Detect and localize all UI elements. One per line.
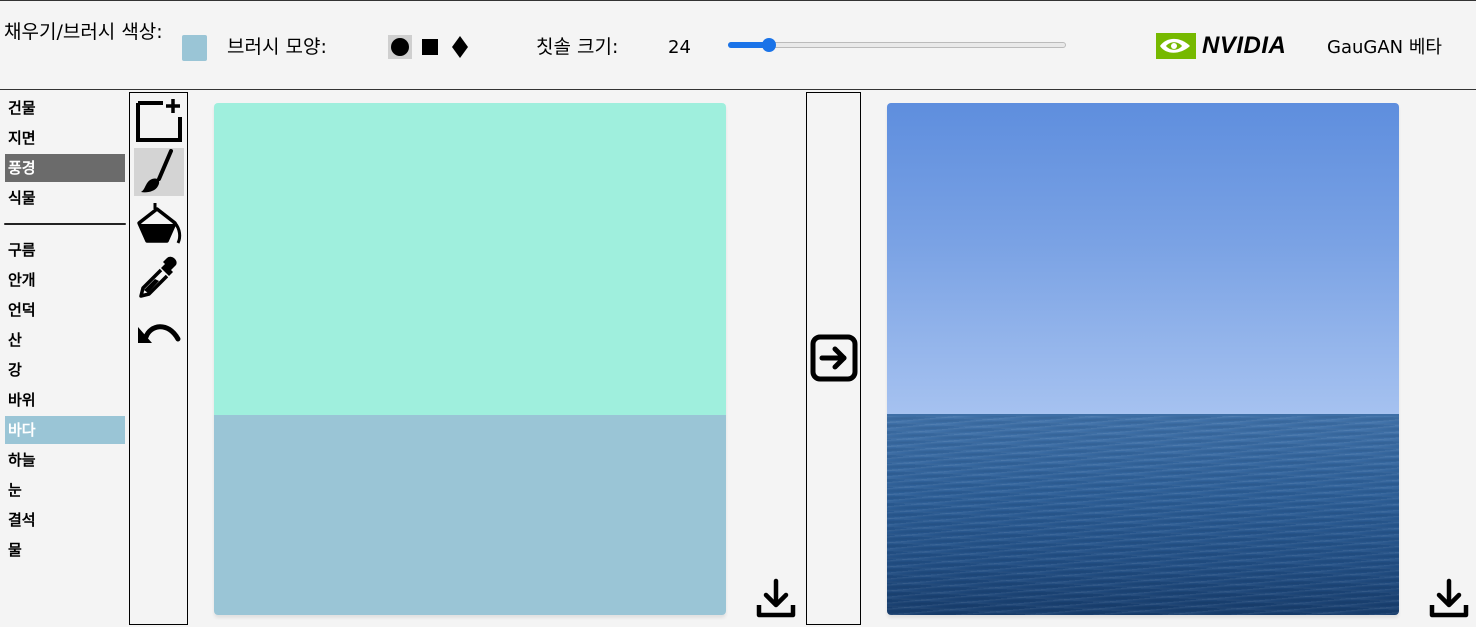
nvidia-eye-icon — [1156, 33, 1196, 59]
label-item[interactable]: 눈 — [5, 476, 125, 504]
generated-output-image — [887, 103, 1399, 615]
generate-button[interactable] — [809, 333, 858, 382]
new-canvas-button[interactable] — [134, 95, 184, 143]
label-item-active[interactable]: 바다 — [5, 416, 125, 444]
paint-bucket-icon — [137, 203, 182, 244]
brush-shape-selector — [388, 34, 472, 59]
output-sea — [887, 416, 1399, 615]
generate-panel — [806, 92, 861, 625]
gaugan-app: 채우기/브러시 색상: 브러시 모양: 칫솔 크기: 24 NVIDIA Gau… — [0, 0, 1476, 627]
label-palette: 건물 지면 풍경 식물 구름 안개 언덕 산 강 바위 바다 하늘 눈 결석 물 — [0, 91, 128, 627]
canvas-region-sky[interactable] — [214, 103, 726, 415]
canvas-region-sea[interactable] — [214, 415, 726, 615]
brush-icon — [141, 149, 173, 193]
brush-shape-label: 브러시 모양: — [227, 36, 327, 58]
label-item[interactable]: 구름 — [5, 236, 125, 264]
brush-shape-square-button[interactable] — [418, 35, 442, 59]
slider-thumb[interactable] — [761, 38, 776, 52]
label-item[interactable]: 강 — [5, 356, 125, 384]
brush-tool-button[interactable] — [134, 148, 184, 196]
label-category-item[interactable]: 건물 — [5, 94, 125, 122]
nvidia-logo: NVIDIA — [1156, 32, 1286, 60]
label-item[interactable]: 산 — [5, 326, 125, 354]
label-item[interactable]: 바위 — [5, 386, 125, 414]
diamond-icon — [452, 35, 468, 58]
download-icon — [1429, 578, 1469, 618]
label-item[interactable]: 언덕 — [5, 296, 125, 324]
sea-texture — [887, 416, 1399, 615]
brush-size-label: 칫솔 크기: — [536, 36, 619, 58]
label-item[interactable]: 물 — [5, 536, 125, 564]
eyedropper-tool-button[interactable] — [134, 254, 184, 302]
tool-panel — [129, 92, 188, 625]
nvidia-wordmark: NVIDIA — [1202, 32, 1287, 59]
brush-size-slider[interactable] — [728, 38, 1066, 52]
download-canvas-button[interactable] — [756, 578, 796, 618]
undo-icon — [138, 324, 181, 343]
output-sky — [887, 103, 1399, 415]
label-item[interactable]: 결석 — [5, 506, 125, 534]
segmentation-canvas[interactable] — [214, 103, 726, 615]
label-item[interactable]: 하늘 — [5, 446, 125, 474]
fill-brush-color-label: 채우기/브러시 색상: — [4, 21, 163, 43]
download-output-button[interactable] — [1429, 578, 1469, 618]
circle-icon — [391, 37, 409, 56]
label-divider — [4, 223, 126, 225]
undo-button[interactable] — [134, 307, 184, 355]
arrow-right-icon — [810, 334, 857, 381]
label-category-item[interactable]: 지면 — [5, 124, 125, 152]
new-canvas-icon — [136, 99, 182, 142]
brush-size-value: 24 — [668, 37, 691, 58]
label-item[interactable]: 안개 — [5, 266, 125, 294]
label-category-item-active[interactable]: 풍경 — [5, 154, 125, 182]
download-icon — [756, 578, 796, 618]
brush-shape-circle-button[interactable] — [388, 34, 412, 59]
brush-color-swatch[interactable] — [182, 35, 207, 61]
square-icon — [422, 38, 438, 55]
eyedropper-icon — [139, 256, 177, 298]
brush-shape-diamond-button[interactable] — [448, 35, 472, 59]
paint-bucket-tool-button[interactable] — [134, 201, 184, 249]
top-toolbar: 채우기/브러시 색상: 브러시 모양: 칫솔 크기: 24 NVIDIA Gau… — [0, 0, 1476, 90]
app-title: GauGAN 베타 — [1327, 37, 1442, 58]
label-category-item[interactable]: 식물 — [5, 184, 125, 212]
slider-track — [728, 42, 1066, 48]
